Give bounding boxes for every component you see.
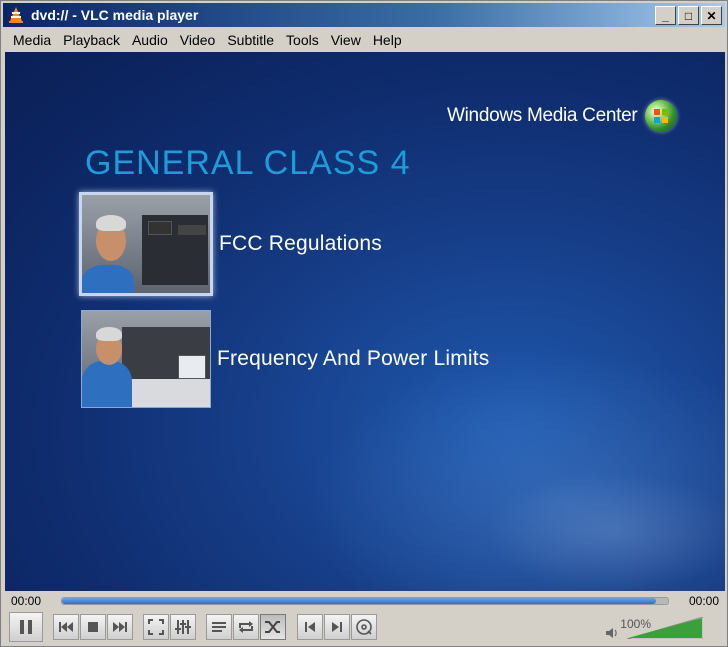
video-area[interactable]: Windows Media Center GENERAL CLASS 4 FCC… [5,52,725,591]
chapter-thumbnail [79,192,213,296]
speaker-icon[interactable] [605,627,619,639]
next-frame-button[interactable] [324,614,350,640]
menu-bar: Media Playback Audio Video Subtitle Tool… [3,29,725,51]
menu-subtitle[interactable]: Subtitle [221,32,280,48]
dvd-menu-heading: GENERAL CLASS 4 [85,144,411,182]
menu-help[interactable]: Help [367,32,408,48]
extended-settings-button[interactable] [170,614,196,640]
minimize-button[interactable]: _ [655,6,676,25]
shuffle-button[interactable] [260,614,286,640]
frame-next-icon [332,622,342,632]
playlist-icon [212,622,226,632]
previous-button[interactable] [53,614,79,640]
next-icon [113,622,127,632]
maximize-button[interactable]: □ [678,6,699,25]
seek-progress-fill [62,598,656,604]
pause-icon [20,620,32,634]
menu-playback[interactable]: Playback [57,32,126,48]
menu-media[interactable]: Media [7,32,57,48]
pause-button[interactable] [9,612,43,642]
dvd-menu-icon [356,619,372,635]
fullscreen-button[interactable] [143,614,169,640]
previous-icon [59,622,73,632]
menu-view[interactable]: View [325,32,367,48]
volume-control[interactable]: 100% [605,617,709,641]
loop-button[interactable] [233,614,259,640]
maximize-icon: □ [684,8,693,23]
menu-audio[interactable]: Audio [126,32,174,48]
volume-slider[interactable] [627,617,703,639]
playback-controls: 100% [5,611,725,645]
playlist-button[interactable] [206,614,232,640]
stop-button[interactable] [80,614,106,640]
equalizer-icon [175,620,191,634]
fullscreen-icon [148,619,164,635]
background-swirl-highlight [485,472,725,591]
title-bar[interactable]: dvd:// - VLC media player _ □ ✕ [3,3,725,27]
seek-slider[interactable] [61,597,669,605]
chapter-fcc-regulations[interactable]: FCC Regulations [79,192,382,296]
frame-back-icon [305,622,315,632]
window-title: dvd:// - VLC media player [31,7,199,23]
media-center-logo: Windows Media Center [447,100,678,132]
menu-tools[interactable]: Tools [280,32,325,48]
menu-video[interactable]: Video [174,32,222,48]
vlc-cone-icon [7,6,25,24]
vlc-window: dvd:// - VLC media player _ □ ✕ Media Pl… [0,0,728,647]
windows-orb-icon [645,100,678,132]
chapter-label: Frequency And Power Limits [217,347,490,370]
window-controls: _ □ ✕ [655,6,722,25]
minimize-icon: _ [662,8,669,23]
chapter-thumbnail [81,310,211,408]
chapter-frequency-and-power-limits[interactable]: Frequency And Power Limits [81,310,490,408]
stop-icon [88,622,98,632]
loop-icon [239,621,253,633]
elapsed-time: 00:00 [11,594,42,608]
close-button[interactable]: ✕ [701,6,722,25]
shuffle-icon [265,621,280,633]
media-center-brand: Windows Media Center [447,105,638,126]
chapter-label: FCC Regulations [219,232,382,255]
dvd-menu-button[interactable] [351,614,377,640]
close-icon: ✕ [706,8,717,23]
next-button[interactable] [107,614,133,640]
total-time: 00:00 [688,594,719,608]
seek-row: 00:00 00:00 [5,593,725,609]
previous-frame-button[interactable] [297,614,323,640]
